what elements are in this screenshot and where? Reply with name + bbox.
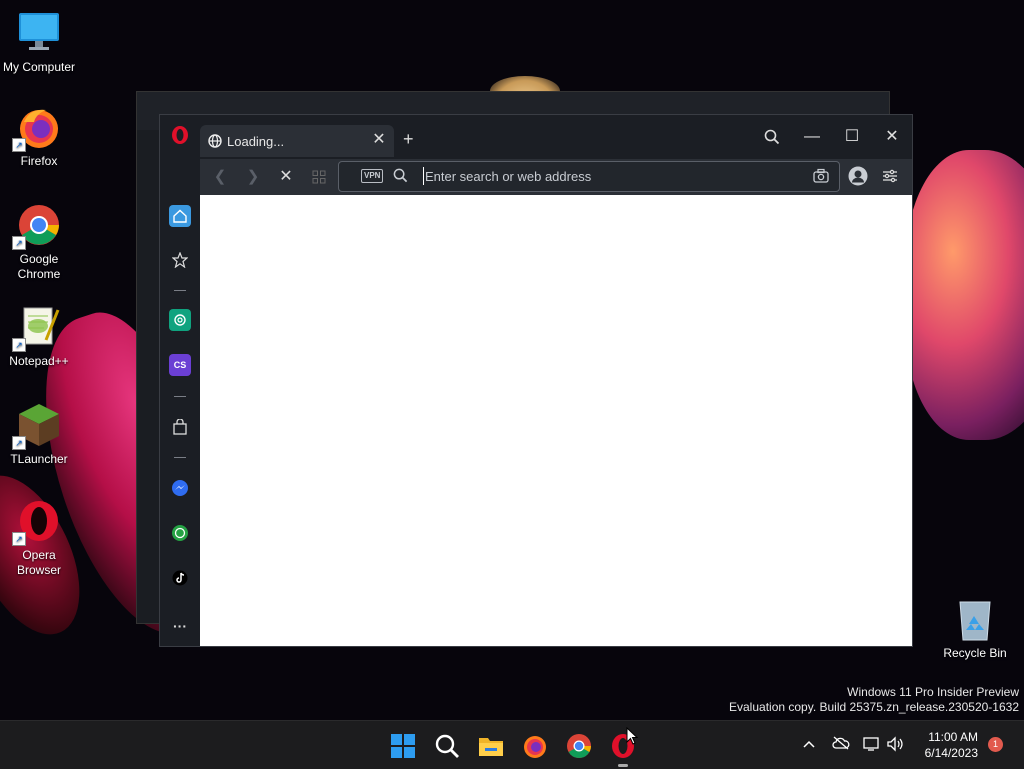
profile-avatar-icon[interactable] [848,166,868,191]
sidebar-divider [174,457,186,458]
watermark-line: Windows 11 Pro Insider Preview [847,685,1019,699]
shortcut-arrow-icon: ↗ [12,436,26,450]
desktop-icon-label: TLauncher [10,452,68,466]
desktop-icon-my-computer[interactable]: My Computer [0,10,78,75]
sidebar-divider [174,396,186,397]
desktop-icon-recycle-bin[interactable]: Recycle Bin [936,596,1014,661]
desktop-icon-label: Google Chrome [17,252,61,281]
shortcut-arrow-icon: ↗ [12,138,26,152]
sidebar-home-icon[interactable] [169,205,191,227]
wallpaper-shape [905,150,1024,440]
shortcut-arrow-icon: ↗ [12,532,26,546]
search-tabs-button[interactable] [760,125,784,149]
desktop-icon-label: My Computer [2,60,76,74]
tab-close-button[interactable]: ✕ [371,132,387,148]
sidebar-chatsonic-icon[interactable]: CS [169,354,191,376]
start-windows-icon[interactable] [390,733,416,759]
desktop-icon-label: Firefox [20,154,58,168]
volume-icon[interactable] [886,736,904,754]
watermark-line: Evaluation copy. Build 25375.zn_release.… [729,700,1019,714]
recycle-bin-icon [952,596,998,642]
browser-tab[interactable]: Loading... ✕ [200,125,394,157]
taskbar-firefox-icon[interactable] [522,733,548,759]
desktop-icon-firefox[interactable]: ↗ Firefox [0,104,78,169]
new-tab-button[interactable]: + [403,129,414,150]
desktop-icon-opera-browser[interactable]: ↗ Opera Browser [0,498,78,578]
monitor-icon [16,10,62,56]
desktop-icon-notepad-plus-plus[interactable]: ↗ Notepad++ [0,304,78,369]
desktop-icon-label: Recycle Bin [943,646,1007,660]
forward-button[interactable]: ❯ [243,167,263,187]
opera-menu-icon[interactable] [170,125,190,145]
address-bar[interactable]: VPN [338,161,840,192]
mouse-cursor-icon [626,726,639,750]
network-icon[interactable] [863,736,881,754]
sidebar-more-icon[interactable]: ··· [169,615,191,637]
sidebar-shopping-bag-icon[interactable] [169,416,191,438]
sidebar-chatgpt-icon[interactable] [169,309,191,331]
sidebar-tiktok-icon[interactable] [169,567,191,589]
notepad-plus-plus-icon: ↗ [12,304,62,352]
tab-title: Loading... [227,134,285,149]
stop-loading-button[interactable]: ✕ [276,167,296,187]
sidebar-messenger-icon[interactable] [169,477,191,499]
desktop-icon-label: Notepad++ [9,354,69,368]
maximize-button[interactable]: ☐ [840,125,864,149]
search-icon [764,129,780,145]
windows-watermark: Windows 11 Pro Insider Preview Evaluatio… [729,685,1019,715]
minecraft-block-icon: ↗ [12,402,62,450]
sidebar-bookmarks-icon[interactable] [169,249,191,271]
taskbar: 11:00 AM 6/14/2023 1 [0,720,1024,769]
minimize-button[interactable]: — [800,125,824,149]
close-window-button[interactable]: ✕ [880,125,904,149]
chrome-icon: ↗ [12,202,62,250]
shortcut-arrow-icon: ↗ [12,236,26,250]
sidebar-whatsapp-icon[interactable] [169,522,191,544]
desktop-icon-google-chrome[interactable]: ↗ Google Chrome [0,202,78,282]
notification-badge[interactable]: 1 [988,737,1003,752]
opera-sidebar: CS ··· [160,159,200,646]
show-hidden-icons-chevron-icon[interactable] [800,736,818,754]
back-button[interactable]: ❮ [210,167,230,187]
camera-snapshot-icon[interactable] [813,168,829,188]
system-clock[interactable]: 11:00 AM 6/14/2023 [912,729,978,761]
globe-icon [208,134,222,148]
page-content-area[interactable] [200,195,912,646]
desktop-icon-tlauncher[interactable]: ↗ TLauncher [0,402,78,467]
onedrive-offline-icon[interactable] [832,736,850,754]
desktop-icon-label: Opera Browser [16,548,61,577]
easy-setup-icon[interactable] [882,169,898,188]
shortcut-arrow-icon: ↗ [12,338,26,352]
browser-toolbar: ❮ ❯ ✕ VPN [200,159,912,195]
opera-browser-window[interactable]: Loading... ✕ + — ☐ ✕ CS ··· ❮ ❯ ✕ VPN En… [159,114,913,647]
tabs-grid-icon[interactable] [309,167,329,187]
clock-date: 6/14/2023 [924,746,978,760]
running-indicator [618,764,628,767]
sidebar-divider [174,290,186,291]
vpn-badge[interactable]: VPN [361,169,384,183]
address-input[interactable] [423,167,795,185]
search-icon [393,168,408,188]
opera-icon: ↗ [12,498,62,546]
file-explorer-icon[interactable] [478,733,504,759]
taskbar-chrome-icon[interactable] [566,733,592,759]
clock-time: 11:00 AM [928,730,978,744]
window-titlebar[interactable]: Loading... ✕ + — ☐ ✕ [160,115,912,159]
taskbar-search-icon[interactable] [434,733,460,759]
firefox-icon: ↗ [12,104,62,152]
